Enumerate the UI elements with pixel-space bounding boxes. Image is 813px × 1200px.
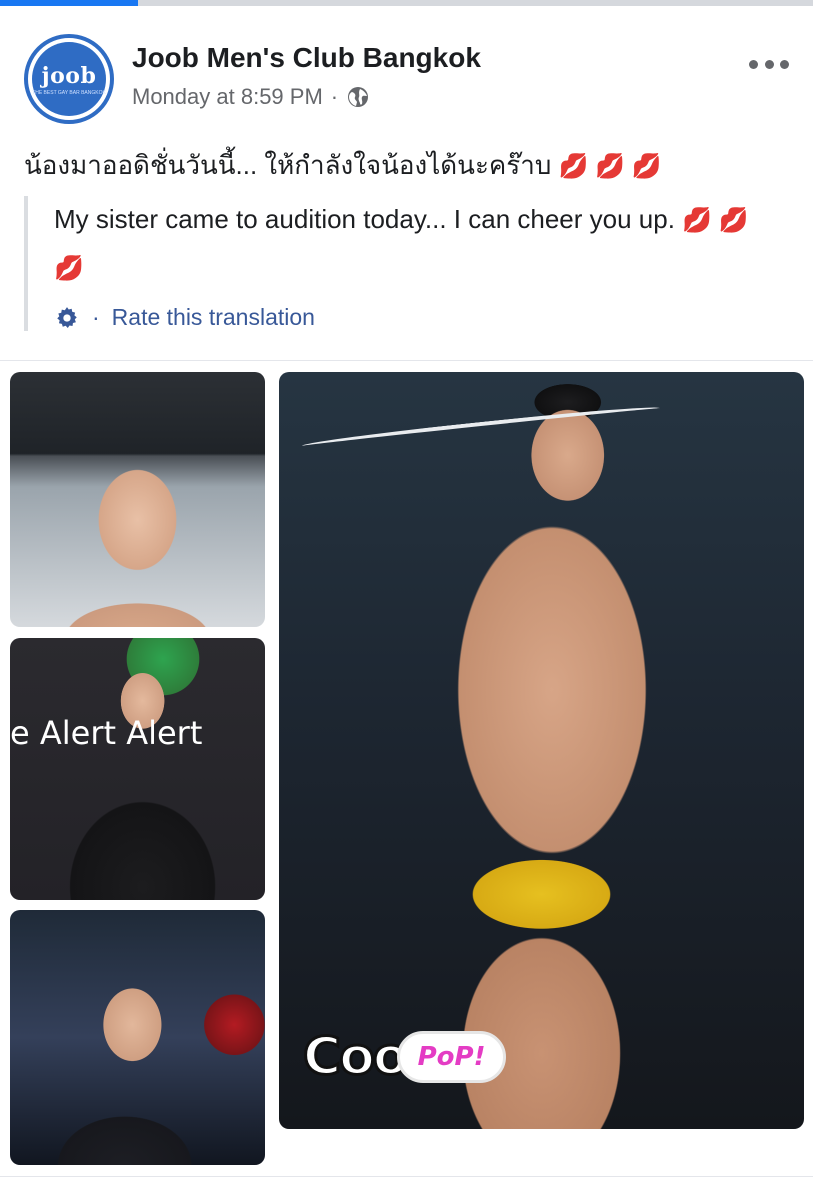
translated-text: My sister came to audition today... I ca…	[54, 204, 675, 234]
avatar-logo-text: joob	[41, 62, 97, 89]
translated-text-block: My sister came to audition today... I ca…	[54, 196, 784, 292]
translation-block: My sister came to audition today... I ca…	[24, 196, 784, 331]
cool-pop-sticker: Coo PoP!	[302, 1026, 507, 1089]
rate-translation-link[interactable]: Rate this translation	[112, 304, 315, 331]
photo-thumbnail-3[interactable]	[10, 910, 265, 1165]
content-divider	[0, 360, 813, 361]
sticker-pop-text: PoP!	[396, 1031, 507, 1083]
loading-progress-fill	[0, 0, 139, 6]
page-name-link[interactable]: Joob Men's Club Bangkok	[132, 42, 481, 74]
ellipsis-dot	[780, 59, 789, 69]
post-message-text: น้องมาออดิชั่นวันนี้... ให้กำลังใจน้องได…	[24, 150, 552, 180]
post-timestamp[interactable]: Monday at 8:59 PM	[132, 84, 323, 110]
stage-banner-decoration	[301, 403, 661, 451]
post-header: joob THE BEST GAY BAR BANGKOK Joob Men's…	[24, 34, 789, 124]
sticker-cool-text: Coo	[302, 1026, 411, 1089]
ellipsis-icon	[749, 59, 758, 69]
ellipsis-dot	[764, 59, 774, 69]
post-message: น้องมาออดิชั่นวันนี้... ให้กำลังใจน้องได…	[24, 146, 789, 186]
translation-tools: · Rate this translation	[54, 304, 784, 331]
loading-progress-bar	[0, 0, 813, 6]
bottom-divider	[0, 1176, 813, 1177]
globe-icon[interactable]	[346, 85, 370, 109]
more-options-button[interactable]	[749, 52, 789, 76]
photo-main[interactable]: Coo PoP!	[279, 372, 804, 1129]
gear-icon[interactable]	[54, 305, 80, 331]
meta-separator: ·	[330, 84, 339, 109]
avatar-logo-badge: joob THE BEST GAY BAR BANGKOK	[32, 42, 106, 116]
photo-thumbnail-1[interactable]	[10, 372, 265, 627]
tools-separator: ·	[92, 304, 100, 330]
photo-thumbnail-2[interactable]: e Alert Alert	[10, 638, 265, 900]
avatar-logo-subtitle: THE BEST GAY BAR BANGKOK	[32, 89, 106, 96]
page-avatar[interactable]: joob THE BEST GAY BAR BANGKOK	[24, 34, 114, 124]
kiss-emoji: 💋 💋 💋	[558, 153, 662, 180]
post-meta: Monday at 8:59 PM ·	[132, 84, 370, 110]
photo-backdrop-text: e Alert Alert	[10, 714, 203, 752]
